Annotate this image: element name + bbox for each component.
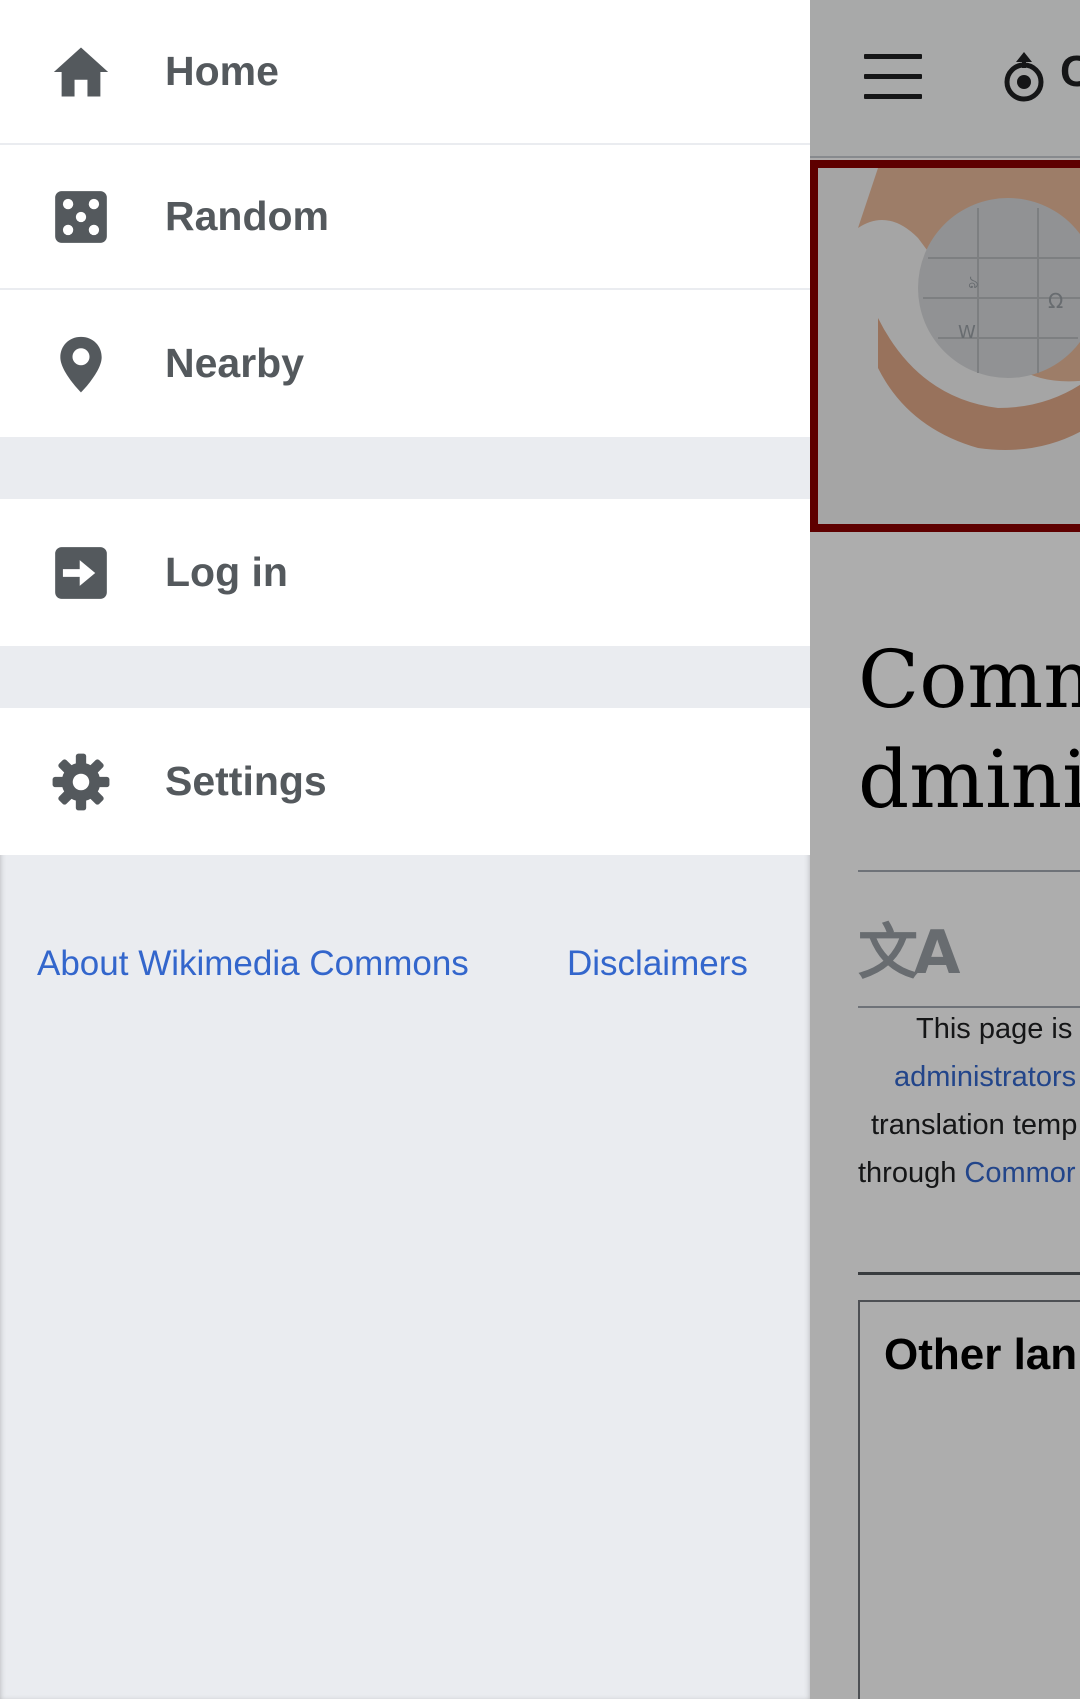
about-link[interactable]: About Wikimedia Commons: [37, 944, 469, 984]
nav-item-random[interactable]: Random: [0, 145, 810, 290]
map-pin-icon: [50, 333, 112, 395]
nav-item-login[interactable]: Log in: [0, 499, 810, 646]
nav-item-label: Home: [165, 48, 279, 94]
drawer-overlay[interactable]: [810, 0, 1080, 1699]
nav-item-home[interactable]: Home: [0, 0, 810, 145]
disclaimers-link[interactable]: Disclaimers: [567, 944, 748, 984]
dice-icon: [50, 186, 112, 248]
nav-item-label: Random: [165, 193, 329, 239]
nav-item-label: Log in: [165, 549, 288, 595]
account-nav: Log in: [0, 499, 810, 646]
login-icon: [50, 542, 112, 604]
nav-item-nearby[interactable]: Nearby: [0, 290, 810, 437]
gear-icon: [50, 751, 112, 813]
nav-item-label: Nearby: [165, 340, 305, 386]
navigation-drawer: Home Random Nearby Log in Settings: [0, 0, 810, 1699]
settings-nav: Settings: [0, 708, 810, 855]
nav-item-settings[interactable]: Settings: [0, 708, 810, 855]
primary-nav: Home Random Nearby: [0, 0, 810, 437]
home-icon: [50, 41, 112, 103]
section-gap: [0, 437, 810, 499]
section-gap: [0, 646, 810, 708]
nav-item-label: Settings: [165, 758, 327, 804]
